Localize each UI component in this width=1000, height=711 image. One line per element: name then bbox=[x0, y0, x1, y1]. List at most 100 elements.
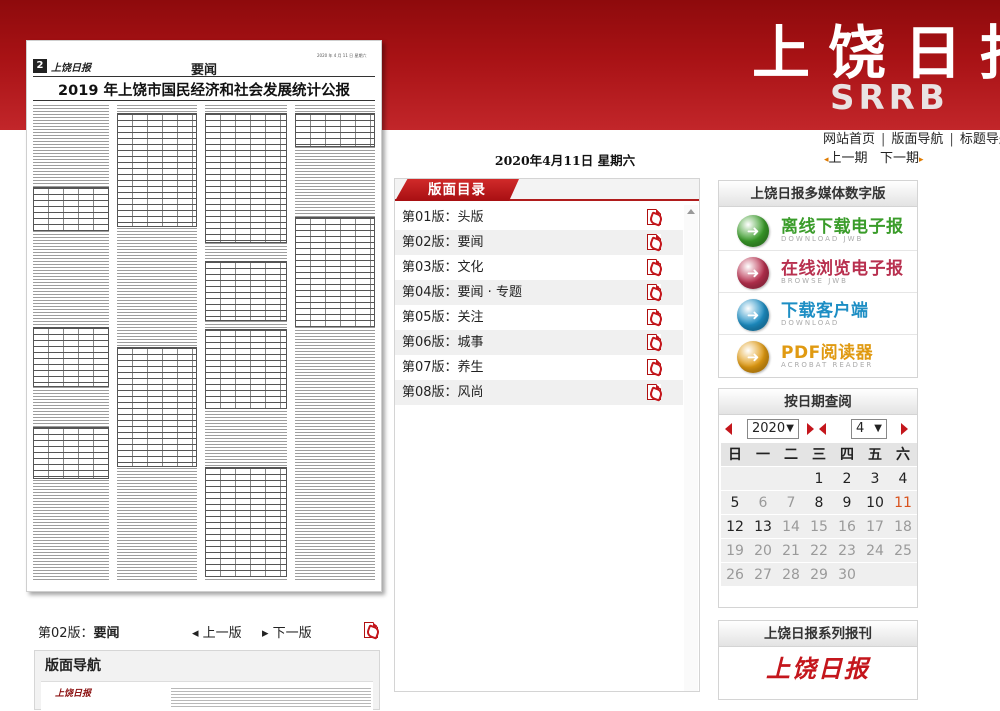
current-page-name: 要闻 bbox=[93, 626, 120, 641]
toc-item[interactable]: 第07版：养生 bbox=[395, 355, 683, 380]
prev-month-icon[interactable] bbox=[819, 423, 826, 435]
toc-item-label: 第03版：文化 bbox=[402, 260, 484, 275]
calendar-day: 23 bbox=[833, 539, 861, 563]
weekday-header: 一 bbox=[749, 443, 777, 467]
month-select[interactable]: 4 ▼ bbox=[851, 419, 887, 439]
newspaper-page-image[interactable]: 2 上饶日报 要闻 2020 年 4 月 11 日 星期六 2019 年上饶市国… bbox=[26, 40, 382, 592]
toc-item[interactable]: 第06版：城事 bbox=[395, 330, 683, 355]
calendar-day: 26 bbox=[721, 563, 749, 587]
calendar-day[interactable]: 3 bbox=[861, 467, 889, 491]
calendar-day[interactable]: 10 bbox=[861, 491, 889, 515]
next-page-link[interactable]: ▸ 下一版 bbox=[262, 622, 312, 641]
year-value: 2020 bbox=[752, 421, 786, 436]
calendar-empty-cell bbox=[721, 467, 749, 491]
thumbnail-logo: 上饶日报 bbox=[55, 689, 92, 699]
calendar-day: 20 bbox=[749, 539, 777, 563]
scroll-up-icon[interactable] bbox=[687, 209, 695, 214]
toc-item-label: 第02版：要闻 bbox=[402, 235, 484, 250]
prev-issue-link[interactable]: 上一期 bbox=[829, 151, 868, 166]
toc-item-label: 第07版：养生 bbox=[402, 360, 484, 375]
calendar-day: 19 bbox=[721, 539, 749, 563]
toc-scrollbar[interactable] bbox=[684, 205, 698, 691]
toc-title: 版面目录 bbox=[395, 179, 519, 201]
series-panel: 上饶日报系列报刊 上饶日报 bbox=[718, 620, 918, 700]
issue-nav: ◂上一期 下一期▸ bbox=[824, 147, 924, 166]
calendar-day[interactable]: 8 bbox=[805, 491, 833, 515]
pdf-icon[interactable] bbox=[647, 309, 661, 325]
toc-item[interactable]: 第08版：风尚 bbox=[395, 380, 683, 405]
media-button-sub: DOWNLOAD JWB bbox=[781, 235, 864, 243]
calendar-controls: 2020 ▼ 4 ▼ bbox=[719, 417, 917, 441]
download-client-button[interactable]: ➜ 下载客户端 DOWNLOAD bbox=[719, 293, 917, 335]
top-nav-links: 网站首页 | 版面导航 | 标题导航 bbox=[823, 128, 1000, 147]
calendar-day[interactable]: 2 bbox=[833, 467, 861, 491]
paper-table bbox=[117, 347, 197, 467]
pdf-icon[interactable] bbox=[647, 259, 661, 275]
toc-item-label: 第01版：头版 bbox=[402, 210, 484, 225]
next-issue-link[interactable]: 下一期 bbox=[880, 151, 919, 166]
paper-headline: 2019 年上饶市国民经济和社会发展统计公报 bbox=[58, 83, 350, 99]
toc-item[interactable]: 第02版：要闻 bbox=[395, 230, 683, 255]
media-panel: 上饶日报多媒体数字版 ➜ 离线下载电子报 DOWNLOAD JWB ➜ 在线浏览… bbox=[718, 180, 918, 378]
paper-table bbox=[205, 467, 287, 577]
series-title: 上饶日报系列报刊 bbox=[719, 621, 917, 647]
page-nav-link[interactable]: 版面导航 bbox=[891, 132, 943, 147]
calendar-day: 28 bbox=[777, 563, 805, 587]
pdf-icon[interactable] bbox=[647, 234, 661, 250]
offline-download-button[interactable]: ➜ 离线下载电子报 DOWNLOAD JWB bbox=[719, 209, 917, 251]
calendar-day[interactable]: 1 bbox=[805, 467, 833, 491]
pdf-icon[interactable] bbox=[647, 209, 661, 225]
prev-year-icon[interactable] bbox=[725, 423, 732, 435]
reader-arrow-icon: ➜ bbox=[737, 341, 769, 373]
issue-date: 2020年4月11日 星期六 bbox=[494, 153, 636, 168]
calendar-day: 27 bbox=[749, 563, 777, 587]
weekday-header: 五 bbox=[861, 443, 889, 467]
calendar-day: 6 bbox=[749, 491, 777, 515]
calendar-day[interactable]: 12 bbox=[721, 515, 749, 539]
weekday-header: 四 bbox=[833, 443, 861, 467]
client-arrow-icon: ➜ bbox=[737, 299, 769, 331]
weekday-header: 三 bbox=[805, 443, 833, 467]
next-year-icon[interactable] bbox=[807, 423, 814, 435]
newspaper-page-content: 2 上饶日报 要闻 2020 年 4 月 11 日 星期六 2019 年上饶市国… bbox=[33, 47, 375, 585]
toc-item[interactable]: 第03版：文化 bbox=[395, 255, 683, 280]
weekday-header: 六 bbox=[889, 443, 917, 467]
toc-panel: 版面目录 第01版：头版 第02版：要闻 第03版：文化 第04版：要闻 · 专… bbox=[394, 178, 700, 692]
calendar-day: 25 bbox=[889, 539, 917, 563]
calendar-day[interactable]: 9 bbox=[833, 491, 861, 515]
toc-item[interactable]: 第01版：头版 bbox=[395, 205, 683, 230]
paper-divider bbox=[33, 100, 375, 101]
toc-item[interactable]: 第04版：要闻 · 专题 bbox=[395, 280, 683, 305]
pdf-icon[interactable] bbox=[647, 359, 661, 375]
series-logo[interactable]: 上饶日报 bbox=[719, 649, 917, 684]
download-arrow-icon: ➜ bbox=[737, 215, 769, 247]
toc-list: 第01版：头版 第02版：要闻 第03版：文化 第04版：要闻 · 专题 第05… bbox=[395, 205, 699, 405]
calendar-day[interactable]: 13 bbox=[749, 515, 777, 539]
calendar-empty-cell bbox=[749, 467, 777, 491]
pdf-icon[interactable] bbox=[647, 334, 661, 350]
online-browse-button[interactable]: ➜ 在线浏览电子报 BROWSE JWB bbox=[719, 251, 917, 293]
next-month-icon[interactable] bbox=[901, 423, 908, 435]
pdf-icon[interactable] bbox=[647, 284, 661, 300]
calendar-empty-cell bbox=[777, 467, 805, 491]
paper-table bbox=[117, 113, 197, 227]
pdf-icon[interactable] bbox=[364, 622, 378, 638]
year-select[interactable]: 2020 ▼ bbox=[747, 419, 799, 439]
layout-nav-thumbnail[interactable]: 上饶日报 bbox=[41, 681, 373, 711]
prev-page-link[interactable]: ◂ 上一版 bbox=[192, 622, 242, 641]
title-nav-link[interactable]: 标题导航 bbox=[960, 132, 1000, 147]
pdf-icon[interactable] bbox=[647, 384, 661, 400]
calendar-day: 15 bbox=[805, 515, 833, 539]
pdf-reader-button[interactable]: ➜ PDF阅读器 ACROBAT READER bbox=[719, 335, 917, 377]
page-switch-bar: 第02版：要闻 ◂ 上一版 ▸ 下一版 bbox=[38, 620, 380, 641]
calendar-day[interactable]: 5 bbox=[721, 491, 749, 515]
media-button-sub: DOWNLOAD bbox=[781, 319, 840, 327]
home-link[interactable]: 网站首页 bbox=[823, 132, 875, 147]
calendar-day: 7 bbox=[777, 491, 805, 515]
calendar-day: 29 bbox=[805, 563, 833, 587]
toc-item-label: 第05版：关注 bbox=[402, 310, 484, 325]
calendar-day[interactable]: 4 bbox=[889, 467, 917, 491]
calendar-day: 18 bbox=[889, 515, 917, 539]
calendar-day[interactable]: 11 bbox=[889, 491, 917, 515]
toc-item[interactable]: 第05版：关注 bbox=[395, 305, 683, 330]
